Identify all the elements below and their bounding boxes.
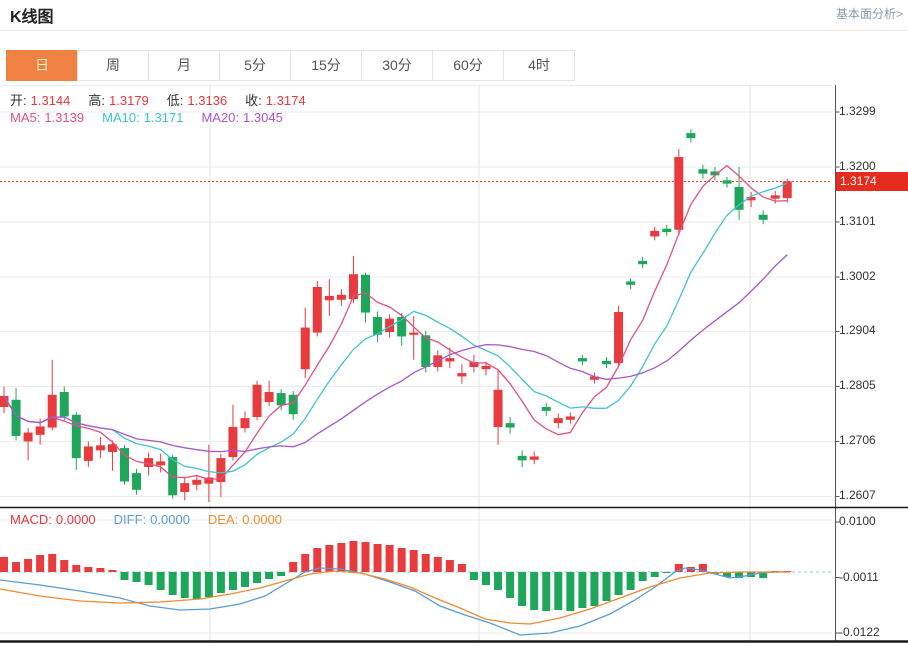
macd-axis-label-2: -0.0122 xyxy=(839,625,880,639)
price-axis-label-2: 1.3101 xyxy=(839,214,876,228)
ma-bar-item-2: MA20:1.3045 xyxy=(201,110,286,125)
macd-info-bar: MACD:0.0000 DIFF:0.0000 DEA:0.0000 xyxy=(10,512,300,527)
ma-bar-item-0: MA5:1.3139 xyxy=(10,110,88,125)
diff-line xyxy=(0,568,790,635)
ohlc-bar-item-3: 收:1.3174 xyxy=(245,93,309,108)
current-price-tag: 1.3174 xyxy=(836,172,908,191)
price-axis-label-6: 1.2706 xyxy=(839,433,876,447)
price-axis-label-5: 1.2805 xyxy=(839,378,876,392)
axis-frame xyxy=(0,85,908,642)
price-axis-label-1: 1.3200 xyxy=(839,159,876,173)
ohlc-bar-item-1: 高:1.3179 xyxy=(88,93,152,108)
ohlc-info-bar: 开:1.3144 高:1.3179 低:1.3136 收:1.3174 xyxy=(10,90,324,109)
ohlc-bar-item-2: 低:1.3136 xyxy=(167,93,231,108)
ma20-line xyxy=(4,255,787,452)
ma-bar-item-1: MA10:1.3171 xyxy=(102,110,187,125)
macd-info-item-0: MACD:0.0000 xyxy=(10,512,100,527)
candles xyxy=(0,129,792,502)
macd-axis-label-0: 0.0100 xyxy=(839,514,876,528)
kline-page: K线图 基本面分析> 日周月5分15分30分60分4时 开:1.3144高:1.… xyxy=(0,0,908,646)
price-axis-label-0: 1.3299 xyxy=(839,104,876,118)
macd-info-item-2: DEA:0.0000 xyxy=(208,512,286,527)
macd-info-item-1: DIFF:0.0000 xyxy=(114,512,194,527)
price-axis-label-3: 1.3002 xyxy=(839,269,876,283)
ma-info-bar: MA5:1.3139 MA10:1.3171 MA20:1.3045 xyxy=(10,110,301,125)
ohlc-bar-item-0: 开:1.3144 xyxy=(10,93,74,108)
ma10-line xyxy=(4,183,787,473)
price-axis-label-4: 1.2904 xyxy=(839,323,876,337)
price-axis-label-7: 1.2607 xyxy=(839,488,876,502)
macd-axis-label-1: -0.0011 xyxy=(839,570,879,584)
macd-histogram xyxy=(0,541,791,611)
